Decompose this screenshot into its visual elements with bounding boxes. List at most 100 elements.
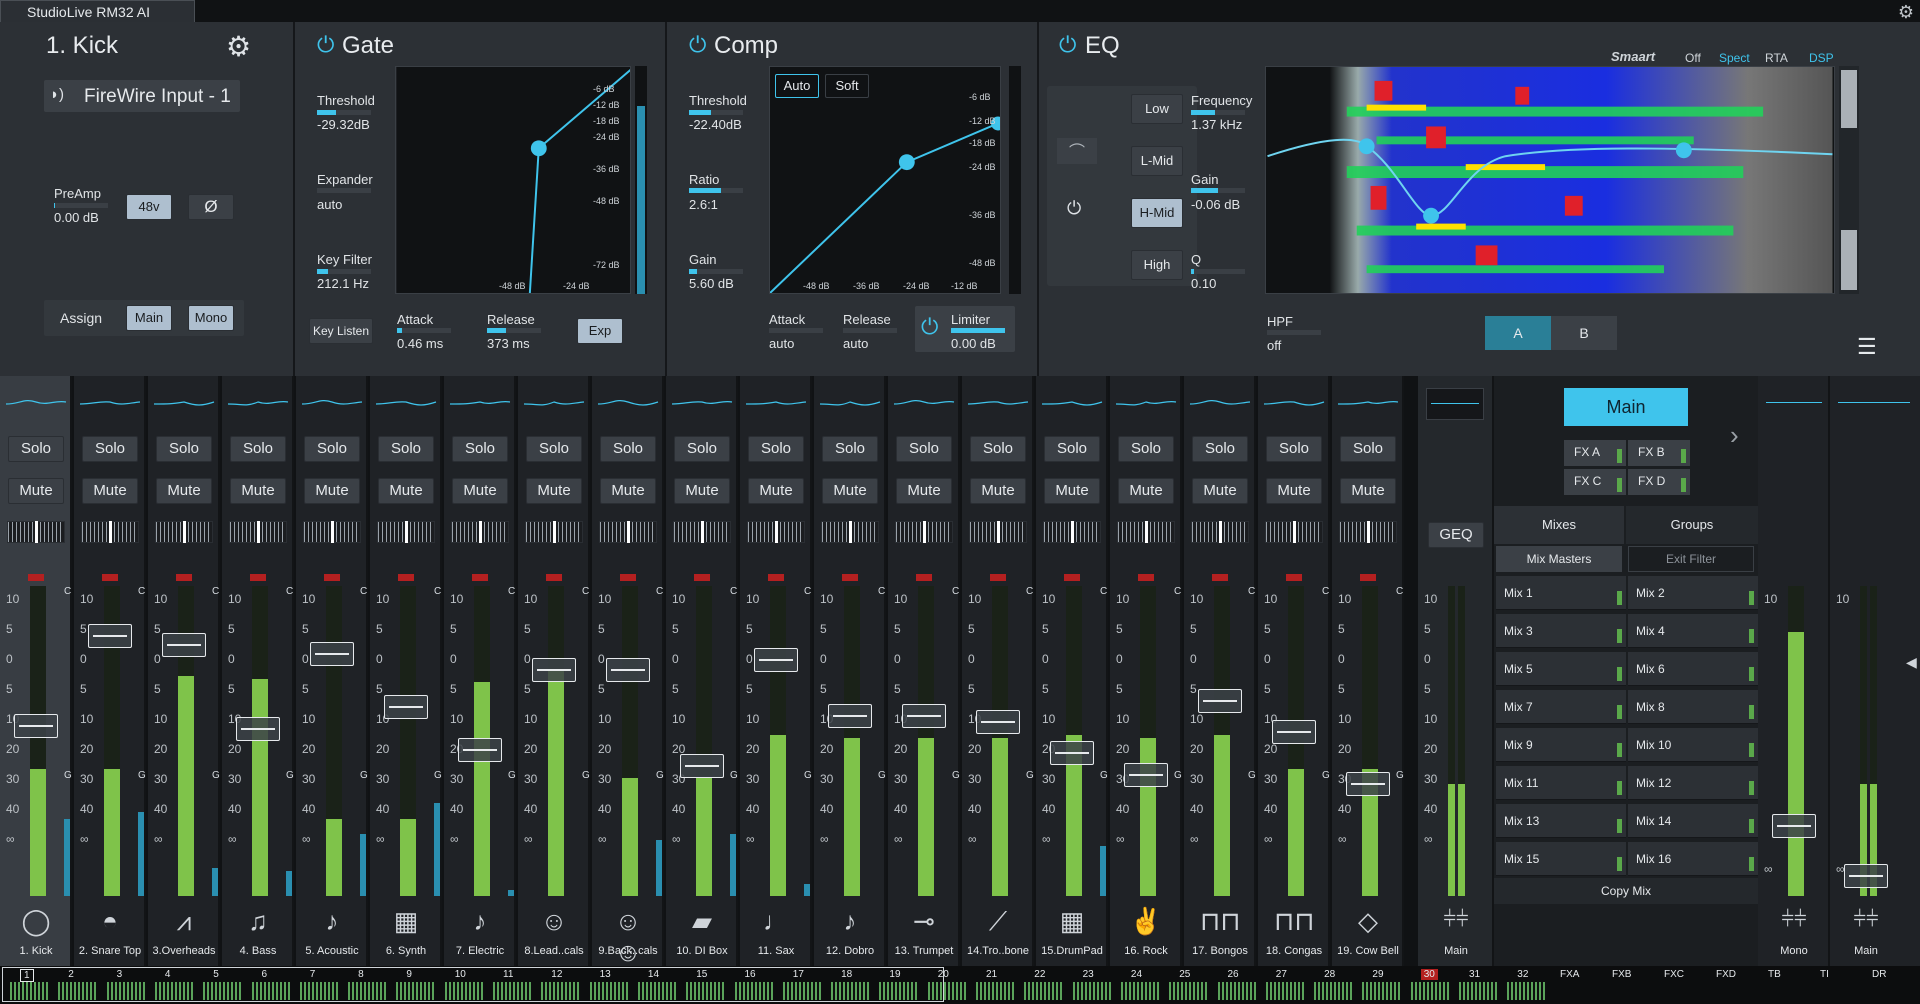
mix-item[interactable]: Mix 13 bbox=[1496, 804, 1626, 838]
main-mix-button[interactable]: Main bbox=[1564, 388, 1688, 426]
solo-button[interactable]: Solo bbox=[600, 436, 656, 462]
eq-band-power-icon[interactable]: ⏻ bbox=[1067, 198, 1081, 219]
fx-c-button[interactable]: FX C bbox=[1564, 469, 1626, 495]
solo-button[interactable]: Solo bbox=[378, 436, 434, 462]
channel-fader[interactable] bbox=[88, 623, 132, 648]
navigator-channel-number[interactable]: 8 bbox=[358, 969, 364, 980]
navigator-channel-number[interactable]: 4 bbox=[165, 969, 171, 980]
pan-control[interactable] bbox=[895, 521, 953, 543]
pan-control[interactable] bbox=[1043, 521, 1101, 543]
congas-icon[interactable]: ⊓⊓ bbox=[1274, 906, 1315, 938]
navigator-channel-number[interactable]: 9 bbox=[406, 969, 412, 980]
eq-band-hmid[interactable]: H-Mid bbox=[1131, 198, 1183, 228]
channel-name-label[interactable]: 11. Sax bbox=[740, 945, 812, 957]
channel-name-label[interactable]: 17. Bongos bbox=[1184, 945, 1256, 957]
mix-item[interactable]: Mix 10 bbox=[1628, 728, 1758, 762]
eq-gain-bar[interactable] bbox=[1191, 188, 1245, 193]
channel-eq-thumbnail[interactable] bbox=[670, 388, 734, 418]
channel-fader[interactable] bbox=[310, 642, 354, 667]
mute-button[interactable]: Mute bbox=[1192, 478, 1248, 504]
mute-button[interactable]: Mute bbox=[600, 478, 656, 504]
solo-button[interactable]: Solo bbox=[1044, 436, 1100, 462]
snare-drum-icon[interactable]: ◓ bbox=[90, 906, 130, 938]
comp-gain-bar[interactable] bbox=[689, 269, 743, 274]
eq-frequency-bar[interactable] bbox=[1191, 110, 1245, 115]
navigator-channel-number[interactable]: 7 bbox=[310, 969, 316, 980]
mute-button[interactable]: Mute bbox=[1266, 478, 1322, 504]
channel-name-label[interactable]: 6. Synth bbox=[370, 945, 442, 957]
channel-eq-thumbnail[interactable] bbox=[522, 388, 586, 418]
navigator-channel-number[interactable]: 12 bbox=[551, 969, 562, 980]
navigator-channel-number[interactable]: TB bbox=[1768, 969, 1781, 980]
fx-d-button[interactable]: FX D bbox=[1628, 469, 1690, 495]
rock-hand-icon[interactable]: ✌ bbox=[1126, 906, 1166, 938]
limiter-power-icon[interactable]: ⏻ bbox=[921, 314, 938, 340]
fx-b-button[interactable]: FX B bbox=[1628, 440, 1690, 466]
bongos-icon[interactable]: ⊓⊓ bbox=[1200, 906, 1241, 938]
mix-masters-button[interactable]: Mix Masters bbox=[1496, 546, 1622, 572]
navigator-channel-number[interactable]: 18 bbox=[841, 969, 852, 980]
gate-keyfilter-bar[interactable] bbox=[317, 269, 371, 274]
pan-control[interactable] bbox=[1339, 521, 1397, 543]
navigator-channel-number[interactable]: 1 bbox=[20, 969, 34, 982]
eq-hpf-bar[interactable] bbox=[1267, 330, 1321, 335]
channel-name-label[interactable]: 2. Snare Top bbox=[74, 945, 146, 957]
channel-fader[interactable] bbox=[976, 710, 1020, 735]
trumpet-icon[interactable]: ⊸ bbox=[904, 906, 944, 938]
acoustic-guitar-icon[interactable]: ♪ bbox=[312, 906, 352, 938]
navigator-channel-number[interactable]: FXD bbox=[1716, 969, 1736, 980]
mute-button[interactable]: Mute bbox=[452, 478, 508, 504]
channel-fader[interactable] bbox=[532, 657, 576, 682]
channel-eq-thumbnail[interactable] bbox=[374, 388, 438, 418]
navigator-channel-number[interactable]: 14 bbox=[648, 969, 659, 980]
channel-name-label[interactable]: 9.Back..cals bbox=[592, 945, 664, 957]
mute-button[interactable]: Mute bbox=[304, 478, 360, 504]
navigator-channel-number[interactable]: FXC bbox=[1664, 969, 1684, 980]
navigator-channel-number[interactable]: 17 bbox=[793, 969, 804, 980]
drum-pad-icon[interactable]: ▦ bbox=[1052, 906, 1092, 938]
comp-ratio-bar[interactable] bbox=[689, 188, 743, 193]
mute-button[interactable]: Mute bbox=[230, 478, 286, 504]
pan-control[interactable] bbox=[525, 521, 583, 543]
eq-mode-spect[interactable]: Spect bbox=[1719, 51, 1750, 65]
solo-button[interactable]: Solo bbox=[82, 436, 138, 462]
channel-fader[interactable] bbox=[902, 704, 946, 729]
navigator-channel-number[interactable]: 10 bbox=[455, 969, 466, 980]
eq-power-icon[interactable]: ⏻ bbox=[1059, 32, 1076, 58]
input-source-selector[interactable]: ◗) FireWire Input - 1 bbox=[44, 80, 240, 112]
channel-eq-thumbnail[interactable] bbox=[744, 388, 808, 418]
eq-band-high[interactable]: High bbox=[1131, 250, 1183, 280]
mix-item[interactable]: Mix 12 bbox=[1628, 766, 1758, 800]
navigator-channel-number[interactable]: 27 bbox=[1276, 969, 1287, 980]
eq-low-handle[interactable] bbox=[1358, 138, 1375, 155]
channel-fader[interactable] bbox=[680, 753, 724, 778]
channel-name-label[interactable]: 13. Trumpet bbox=[888, 945, 960, 957]
comp-soft-button[interactable]: Soft bbox=[825, 74, 869, 98]
solo-button[interactable]: Solo bbox=[156, 436, 212, 462]
navigator-channel-number[interactable]: 15 bbox=[696, 969, 707, 980]
channel-fader[interactable] bbox=[1124, 763, 1168, 788]
channel-eq-thumbnail[interactable] bbox=[818, 388, 882, 418]
mute-button[interactable]: Mute bbox=[896, 478, 952, 504]
key-listen-button[interactable]: Key Listen bbox=[309, 318, 373, 344]
channel-eq-thumbnail[interactable] bbox=[4, 388, 68, 418]
solo-button[interactable]: Solo bbox=[748, 436, 804, 462]
channel-fader[interactable] bbox=[384, 694, 428, 719]
navigator-channel-number[interactable]: 23 bbox=[1083, 969, 1094, 980]
navigator-channel-number[interactable]: 2 bbox=[68, 969, 74, 980]
channel-name-label[interactable]: 4. Bass bbox=[222, 945, 294, 957]
pan-control[interactable] bbox=[673, 521, 731, 543]
solo-button[interactable]: Solo bbox=[1340, 436, 1396, 462]
channel-fader[interactable] bbox=[458, 738, 502, 763]
solo-button[interactable]: Solo bbox=[674, 436, 730, 462]
mono-eq-thumb[interactable] bbox=[1762, 388, 1826, 418]
channel-name-label[interactable]: 12. Dobro bbox=[814, 945, 886, 957]
solo-button[interactable]: Solo bbox=[452, 436, 508, 462]
navigator-channel-number[interactable]: 19 bbox=[889, 969, 900, 980]
bass-guitar-icon[interactable]: ♫ bbox=[238, 906, 278, 938]
solo-button[interactable]: Solo bbox=[526, 436, 582, 462]
channel-eq-thumbnail[interactable] bbox=[1336, 388, 1400, 418]
channel-eq-thumbnail[interactable] bbox=[1040, 388, 1104, 418]
gate-power-icon[interactable]: ⏻ bbox=[317, 32, 334, 58]
mix-item[interactable]: Mix 11 bbox=[1496, 766, 1626, 800]
